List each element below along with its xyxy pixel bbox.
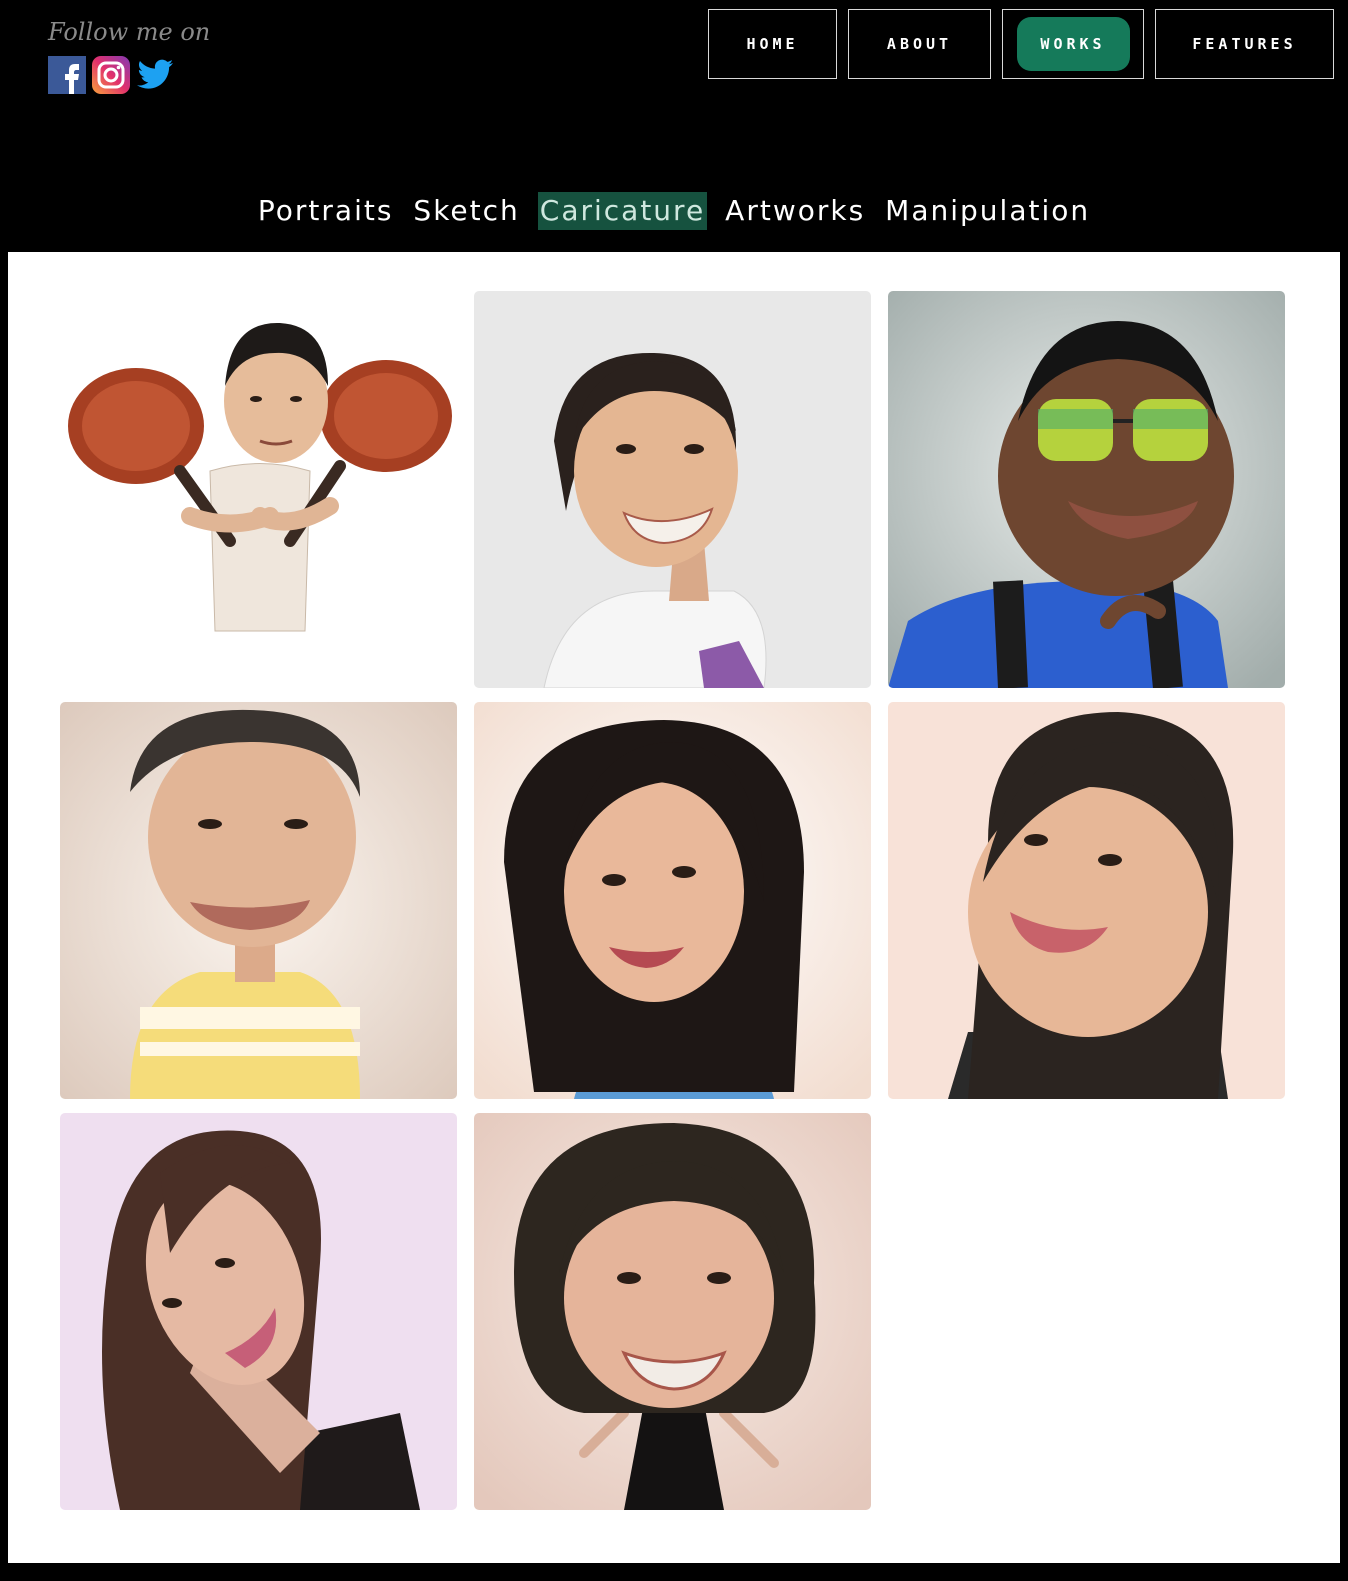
gallery-item[interactable] (474, 1113, 871, 1510)
nav-works[interactable]: WORKS (1002, 9, 1144, 79)
nav-works-pill: WORKS (1016, 17, 1130, 71)
main-nav: HOME ABOUT WORKS FEATURES (0, 9, 1348, 81)
gallery-panel (8, 252, 1340, 1563)
category-tabs: Portraits Sketch Caricature Artworks Man… (0, 192, 1348, 230)
nav-home[interactable]: HOME (708, 9, 837, 79)
gallery-item[interactable] (888, 291, 1285, 688)
nav-features[interactable]: FEATURES (1155, 9, 1334, 79)
caricature-man-sunglasses-image (888, 291, 1285, 688)
gallery-item[interactable] (888, 702, 1285, 1099)
caricature-woman-tilted-head-image (60, 1113, 457, 1510)
gallery-item[interactable] (474, 702, 871, 1099)
gallery-item[interactable] (60, 1113, 457, 1510)
caricature-man-yellow-polo-image (60, 702, 457, 1099)
tab-caricature[interactable]: Caricature (537, 192, 708, 230)
tab-manipulation[interactable]: Manipulation (883, 192, 1092, 230)
nav-works-label: WORKS (1040, 35, 1106, 53)
nav-home-label: HOME (746, 35, 799, 53)
caricature-woman-smiling-image (888, 702, 1285, 1099)
caricature-woman-striped-shirt-image (474, 702, 871, 1099)
gallery-item[interactable] (60, 702, 457, 1099)
caricature-chef-image (60, 291, 457, 688)
tab-artworks[interactable]: Artworks (723, 192, 867, 230)
nav-features-label: FEATURES (1192, 35, 1297, 53)
gallery-grid (60, 291, 1285, 1510)
gallery-item[interactable] (474, 291, 871, 688)
tab-portraits[interactable]: Portraits (256, 192, 396, 230)
tab-sketch[interactable]: Sketch (411, 192, 521, 230)
nav-about[interactable]: ABOUT (848, 9, 991, 79)
gallery-item[interactable] (60, 291, 457, 688)
caricature-woman-white-shirt-image (474, 291, 871, 688)
nav-about-label: ABOUT (886, 35, 953, 53)
caricature-woman-black-dress-image (474, 1113, 871, 1510)
